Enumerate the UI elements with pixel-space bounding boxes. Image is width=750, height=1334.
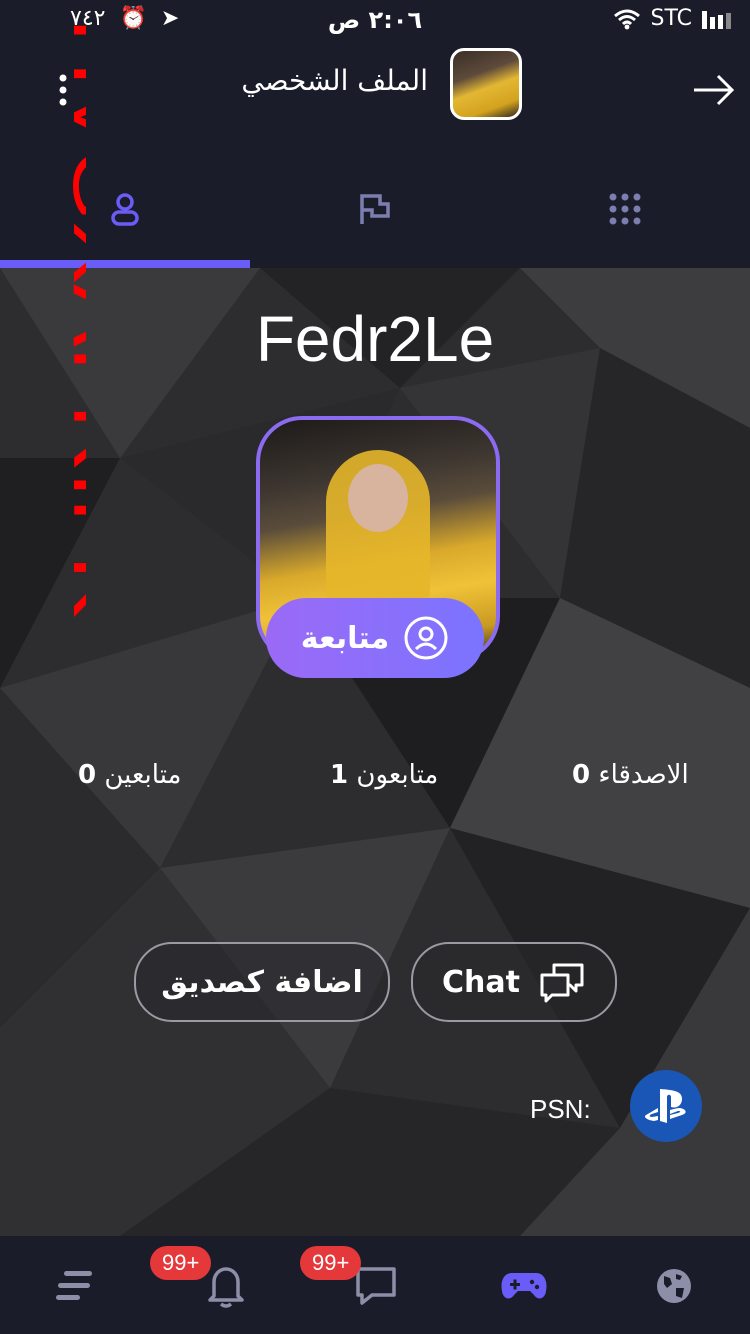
chat-bubbles-icon <box>540 963 584 1003</box>
bell-icon <box>208 1267 244 1308</box>
avatar-face <box>348 464 408 532</box>
nav-notifications[interactable]: 99+ <box>150 1246 256 1316</box>
watermark-label: HVGXAFRIFK <box>57 18 86 618</box>
page-title: الملف الشخصي <box>241 64 428 97</box>
status-bar: ٧٤٢ ⏰ ➤ ٢:٠٦ ص STC <box>0 0 750 40</box>
following-count: 0 <box>78 760 97 790</box>
tab-grid[interactable] <box>500 150 750 268</box>
flag-icon <box>360 194 390 224</box>
header-avatar[interactable] <box>450 48 522 120</box>
follow-label: متابعة <box>300 620 390 656</box>
friends-count: 0 <box>572 760 591 790</box>
chat-button[interactable]: Chat <box>411 942 617 1022</box>
followers-stat[interactable]: متابعون 1 <box>320 760 438 790</box>
user-circle-icon <box>404 616 448 660</box>
following-label: متابعين <box>104 760 182 790</box>
following-stat[interactable]: متابعين 0 <box>68 760 181 790</box>
back-arrow-icon[interactable] <box>692 70 736 110</box>
username: Fedr2Le <box>255 303 495 375</box>
friends-stat[interactable]: الاصدقاء 0 <box>562 760 689 790</box>
followers-count: 1 <box>330 760 349 790</box>
signal-icon <box>702 10 731 29</box>
messages-badge: 99+ <box>300 1246 362 1280</box>
followers-label: متابعون <box>356 760 439 790</box>
wifi-icon <box>613 9 640 29</box>
globe-icon <box>657 1269 691 1303</box>
nav-menu[interactable] <box>44 1256 104 1316</box>
notifications-badge: 99+ <box>150 1246 212 1280</box>
menu-icon <box>56 1271 92 1300</box>
bottom-navigation: 99+ 99+ <box>0 1236 750 1334</box>
add-friend-label: اضافة كصديق <box>161 964 363 1000</box>
status-right: STC <box>613 6 736 31</box>
nav-games[interactable] <box>494 1256 554 1316</box>
watermark-text: HVGXAFRIFK <box>57 18 86 618</box>
user-icon <box>111 193 139 226</box>
tab-flag[interactable] <box>250 150 500 268</box>
message-icon <box>356 1267 396 1305</box>
profile-tabs <box>0 150 750 268</box>
psn-label: PSN: <box>530 1094 591 1124</box>
playstation-icon[interactable] <box>630 1070 702 1142</box>
profile-section: Fedr2Le متابعة متابعين 0 متابعون 1 الاصد… <box>0 268 750 1236</box>
nav-explore[interactable] <box>644 1256 704 1316</box>
grid-icon <box>609 193 641 225</box>
app-header: الملف الشخصي <box>0 40 750 150</box>
carrier-name: STC <box>650 6 692 31</box>
follow-button[interactable]: متابعة <box>266 598 484 678</box>
gamepad-icon <box>501 1273 547 1299</box>
friends-label: الاصدقاء <box>598 760 689 790</box>
chat-label: Chat <box>442 964 520 1000</box>
add-friend-button[interactable]: اضافة كصديق <box>134 942 390 1022</box>
nav-messages[interactable]: 99+ <box>300 1246 406 1316</box>
